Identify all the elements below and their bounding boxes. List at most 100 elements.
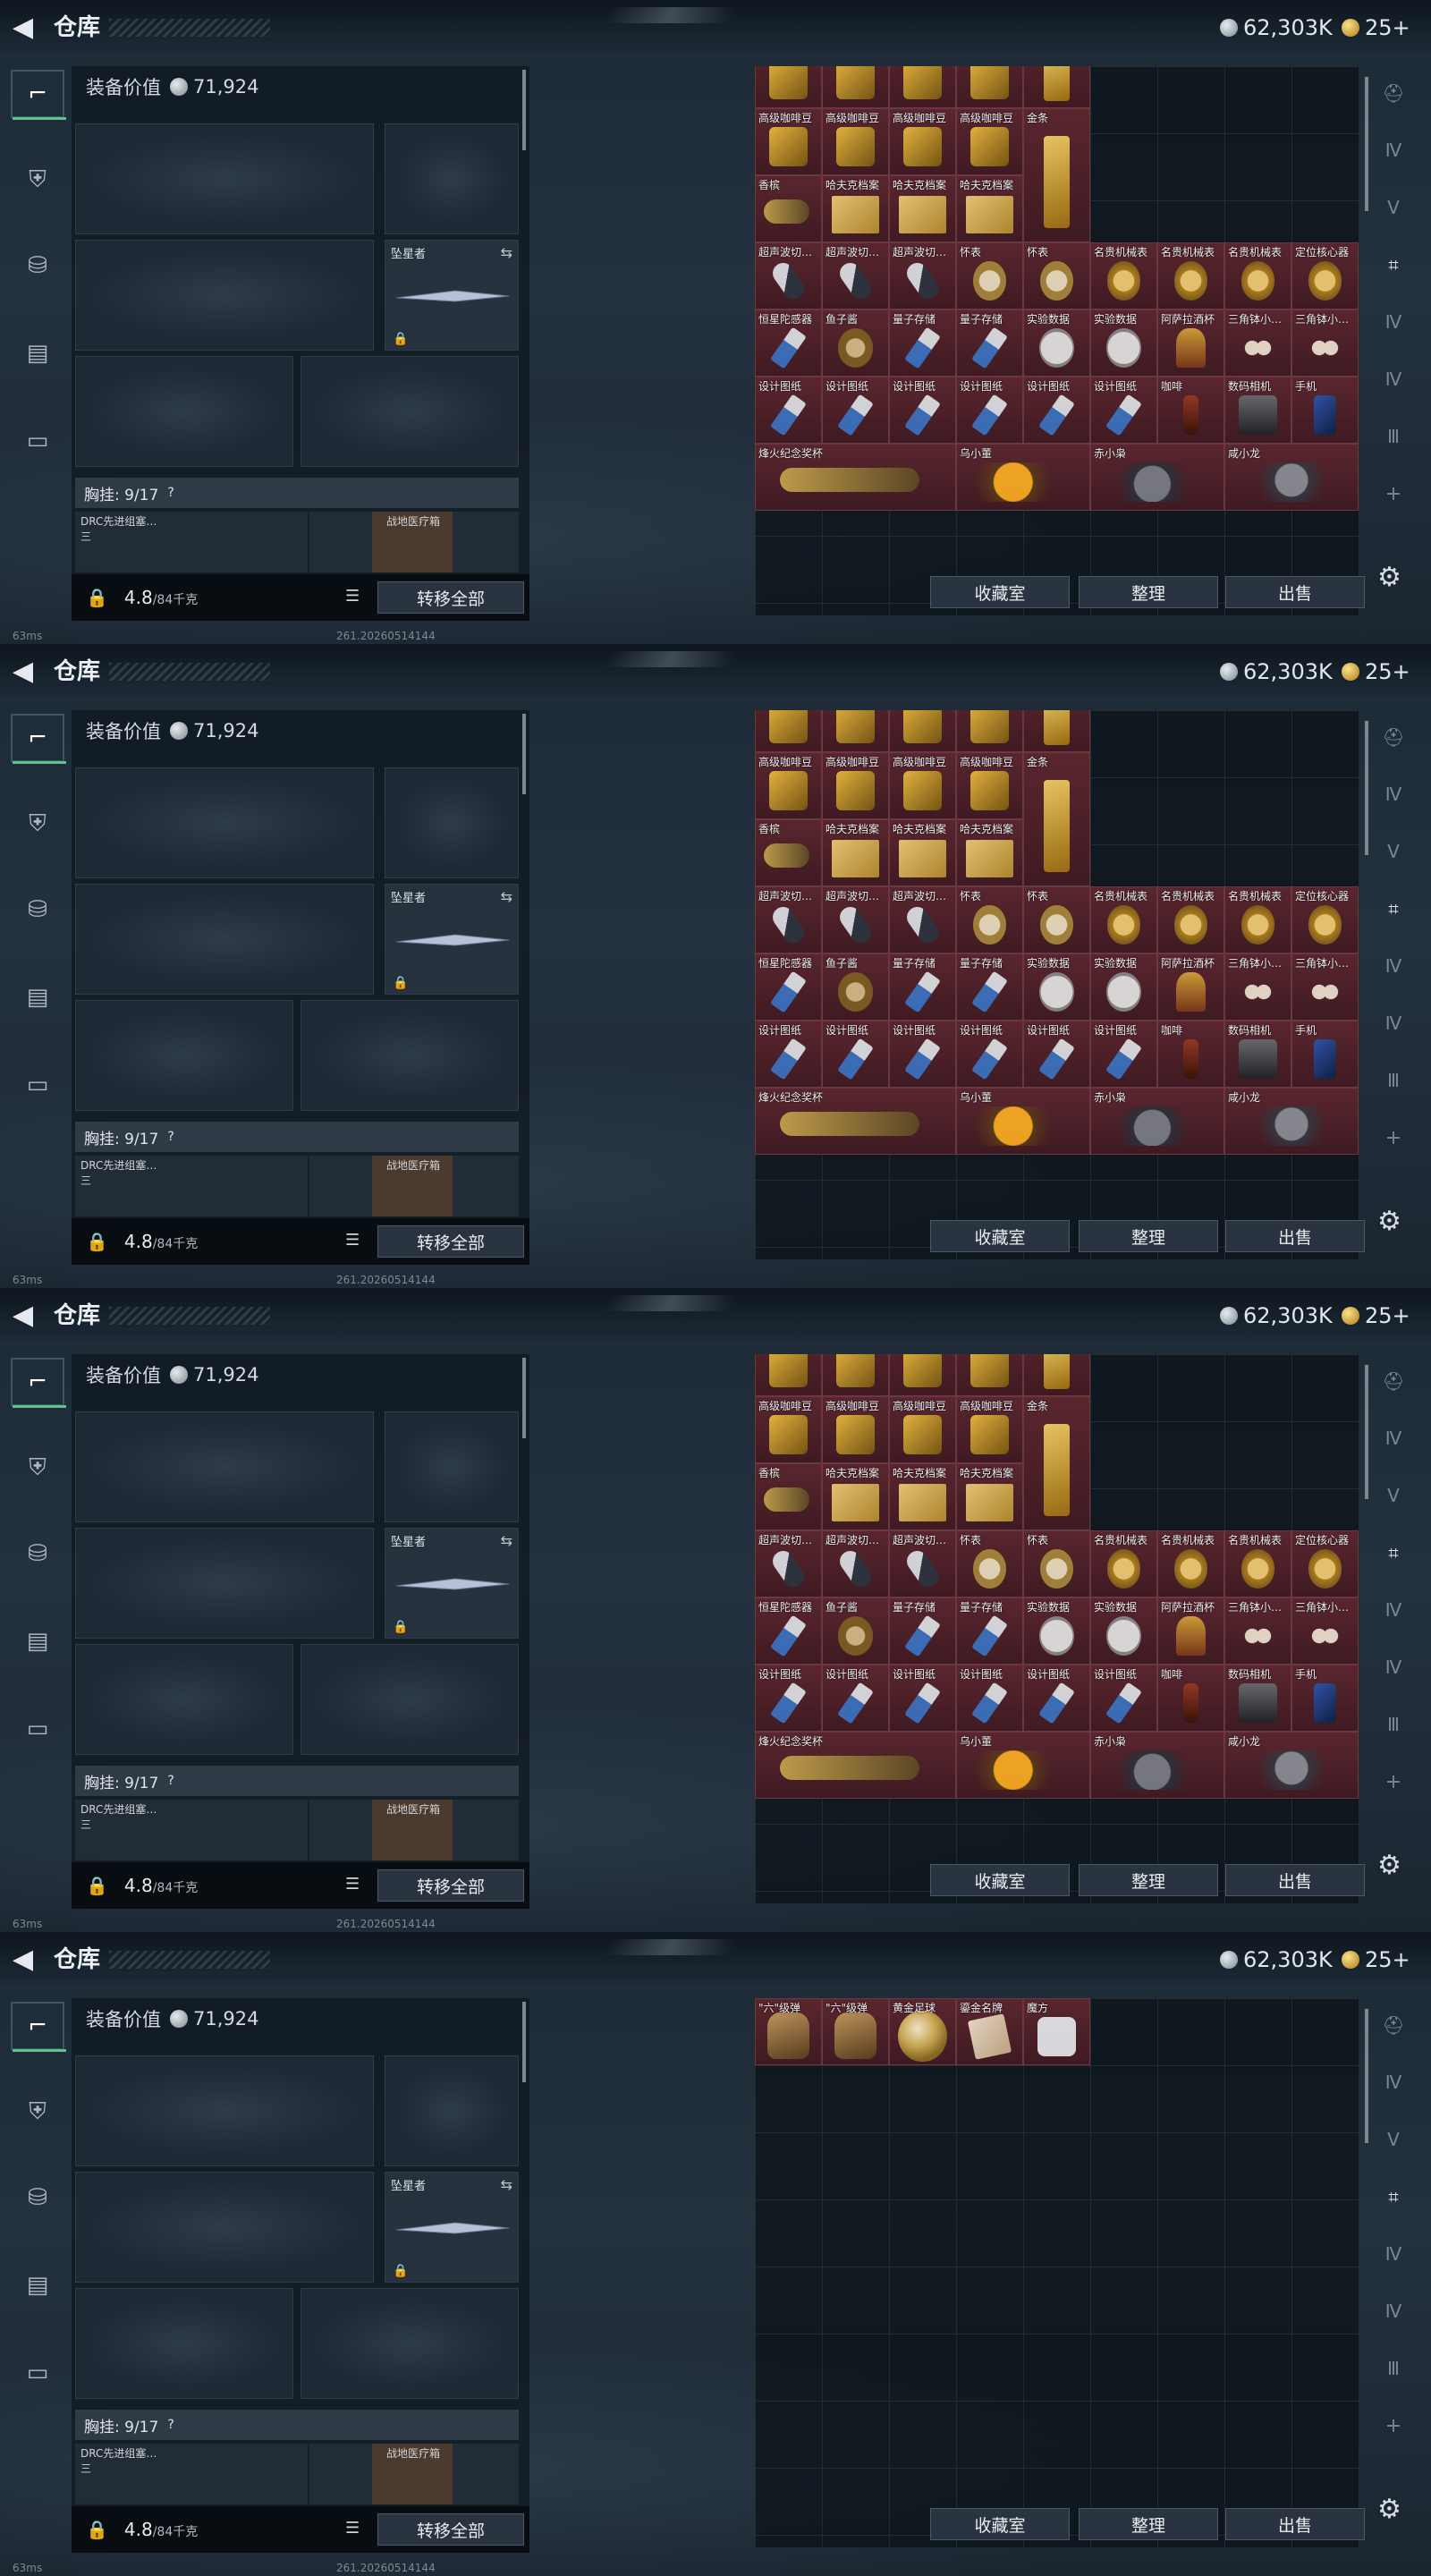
secondary-weapon-slot[interactable] <box>75 2172 374 2283</box>
stash-item[interactable]: 哈夫克档案 <box>956 175 1023 242</box>
stash-item[interactable]: 设计图纸 <box>1090 377 1157 444</box>
stash-item[interactable]: 阿萨拉酒杯 <box>1157 1597 1224 1665</box>
plus-icon[interactable]: + <box>1376 478 1411 510</box>
stash-item[interactable]: 名贵机械表 <box>1090 242 1157 309</box>
tab-iii-icon[interactable]: Ⅲ <box>1376 1708 1411 1741</box>
stash-item[interactable]: 手机 <box>1291 1665 1359 1732</box>
stash-item[interactable]: 鎏金名牌 <box>956 1998 1023 2065</box>
stash-item[interactable]: 三角钵小… <box>1224 1597 1291 1665</box>
tab-iv-b-icon[interactable]: Ⅳ <box>1376 2238 1411 2270</box>
nav-weapon-icon[interactable]: ⌐ <box>11 1358 66 1408</box>
stash-item[interactable]: 高级咖啡豆 <box>755 1396 822 1463</box>
help-icon[interactable]: ? <box>167 2418 174 2432</box>
tab-iv-c-icon[interactable]: Ⅳ <box>1376 363 1411 395</box>
stash-item[interactable]: 烽火纪念奖杯 <box>755 1088 956 1155</box>
stash-item[interactable]: 高级咖啡豆 <box>889 752 956 819</box>
scan-icon[interactable]: ⌗ <box>1376 1537 1411 1569</box>
armor-slot[interactable] <box>301 1644 519 1755</box>
stash-item[interactable]: 高级咖啡豆 <box>822 1354 889 1396</box>
plus-icon[interactable]: + <box>1376 1122 1411 1154</box>
stash-item[interactable]: 三角钵小… <box>1291 953 1359 1021</box>
stash-item[interactable]: 高级咖啡豆 <box>956 1354 1023 1396</box>
stash-item[interactable]: 香槟 <box>755 1463 822 1530</box>
sell-button[interactable]: 出售 <box>1225 576 1365 608</box>
stash-item[interactable]: 高级咖啡豆 <box>956 752 1023 819</box>
melee-slot[interactable]: 坠星者 ⇆ 🔒 <box>385 2172 519 2283</box>
stash-item[interactable]: 怀表 <box>1023 886 1090 953</box>
stash-item[interactable]: 高级咖啡豆 <box>755 752 822 819</box>
collection-room-button[interactable]: 收藏室 <box>930 1220 1070 1252</box>
primary-weapon-slot[interactable] <box>75 123 374 234</box>
plus-icon[interactable]: + <box>1376 2410 1411 2442</box>
melee-slot[interactable]: 坠星者 ⇆ 🔒 <box>385 240 519 351</box>
stash-item[interactable]: 实验数据 <box>1090 1597 1157 1665</box>
transfer-all-button[interactable]: 转移全部 <box>377 1225 524 1258</box>
tab-iv-c-icon[interactable]: Ⅳ <box>1376 2295 1411 2327</box>
stash-item[interactable]: 超声波切… <box>755 242 822 309</box>
stash-item[interactable]: 高级咖啡豆 <box>956 710 1023 752</box>
list-icon[interactable]: ☰ <box>345 587 360 606</box>
stash-item[interactable]: 香槟 <box>755 175 822 242</box>
stash-item[interactable]: 哈夫克档案 <box>822 1463 889 1530</box>
armor-slot[interactable] <box>301 1000 519 1111</box>
nav-briefcase-icon[interactable]: ▭ <box>11 2349 64 2397</box>
stash-item[interactable]: 哈夫克档案 <box>822 175 889 242</box>
nav-backpack-icon[interactable]: ⛁ <box>11 1530 64 1578</box>
collection-room-button[interactable]: 收藏室 <box>930 576 1070 608</box>
nav-armor-icon[interactable]: ⛨ <box>11 2088 64 2136</box>
stash-item[interactable]: 咖啡 <box>1157 1021 1224 1088</box>
stash-item[interactable]: 量子存储 <box>889 1597 956 1665</box>
stash-item[interactable]: 乌小董 <box>956 1732 1090 1799</box>
stash-item[interactable]: 名贵机械表 <box>1157 242 1224 309</box>
gear-icon[interactable]: ⚙ <box>1377 1850 1401 1881</box>
gold-currency[interactable]: 25+ <box>1342 658 1410 685</box>
back-arrow-icon[interactable]: ◀ <box>13 13 33 43</box>
stash-item[interactable]: 哈夫克档案 <box>889 819 956 886</box>
gear-icon[interactable]: ⚙ <box>1377 562 1401 593</box>
transfer-all-button[interactable]: 转移全部 <box>377 2513 524 2546</box>
stash-item[interactable]: 设计图纸 <box>956 1665 1023 1732</box>
stash-item[interactable]: 烽火纪念奖杯 <box>755 1732 956 1799</box>
stash-item[interactable]: 乌小董 <box>956 444 1090 511</box>
primary-weapon-slot[interactable] <box>75 1411 374 1522</box>
stash-item[interactable]: 怀表 <box>1023 242 1090 309</box>
list-icon[interactable]: ☰ <box>345 2519 360 2538</box>
nav-backpack-icon[interactable]: ⛁ <box>11 242 64 290</box>
stash-item[interactable]: 名贵机械表 <box>1090 886 1157 953</box>
pistol-slot[interactable] <box>385 767 519 878</box>
stash-item[interactable]: 设计图纸 <box>1023 377 1090 444</box>
tab-v-icon[interactable]: Ⅴ <box>1376 191 1411 224</box>
stash-item[interactable]: 量子存储 <box>889 953 956 1021</box>
stash-item[interactable]: 手机 <box>1291 1021 1359 1088</box>
list-icon[interactable]: ☰ <box>345 1231 360 1250</box>
stash-item[interactable]: 三角钵小… <box>1224 953 1291 1021</box>
primary-weapon-slot[interactable] <box>75 2055 374 2166</box>
tab-iii-icon[interactable]: Ⅲ <box>1376 420 1411 453</box>
stash-item[interactable]: 三角钵小… <box>1224 309 1291 377</box>
helmet-icon[interactable]: ⛑ <box>1376 1365 1411 1397</box>
nav-clipboard-icon[interactable]: ▤ <box>11 2261 64 2309</box>
equipment-scrollbar[interactable] <box>522 70 526 150</box>
stash-grid[interactable]: 高级咖啡豆高级咖啡豆高级咖啡豆高级咖啡豆高级咖啡豆高级咖啡豆高级咖啡豆高级咖啡豆… <box>755 66 1359 615</box>
sort-button[interactable]: 整理 <box>1079 2508 1218 2540</box>
nav-clipboard-icon[interactable]: ▤ <box>11 1617 64 1665</box>
stash-item[interactable]: 咖啡 <box>1157 377 1224 444</box>
sort-button[interactable]: 整理 <box>1079 1864 1218 1896</box>
tab-iii-icon[interactable]: Ⅲ <box>1376 2352 1411 2385</box>
back-arrow-icon[interactable]: ◀ <box>13 1945 33 1975</box>
stash-item[interactable]: 哈夫克档案 <box>822 819 889 886</box>
stash-item[interactable]: 实验数据 <box>1023 309 1090 377</box>
stash-item[interactable]: 恒星陀感器 <box>755 1597 822 1665</box>
nav-armor-icon[interactable]: ⛨ <box>11 1444 64 1492</box>
tab-v-icon[interactable]: Ⅴ <box>1376 835 1411 868</box>
stash-item[interactable]: 高级咖啡豆 <box>889 1354 956 1396</box>
gear-icon[interactable]: ⚙ <box>1377 2494 1401 2525</box>
stash-item[interactable]: 超声波切… <box>889 886 956 953</box>
sell-button[interactable]: 出售 <box>1225 1864 1365 1896</box>
pistol-slot[interactable] <box>385 2055 519 2166</box>
stash-item[interactable]: 实验数据 <box>1023 1597 1090 1665</box>
tab-v-icon[interactable]: Ⅴ <box>1376 2123 1411 2156</box>
nav-briefcase-icon[interactable]: ▭ <box>11 417 64 465</box>
tab-iv-b-icon[interactable]: Ⅳ <box>1376 950 1411 982</box>
list-icon[interactable]: ☰ <box>345 1875 360 1894</box>
